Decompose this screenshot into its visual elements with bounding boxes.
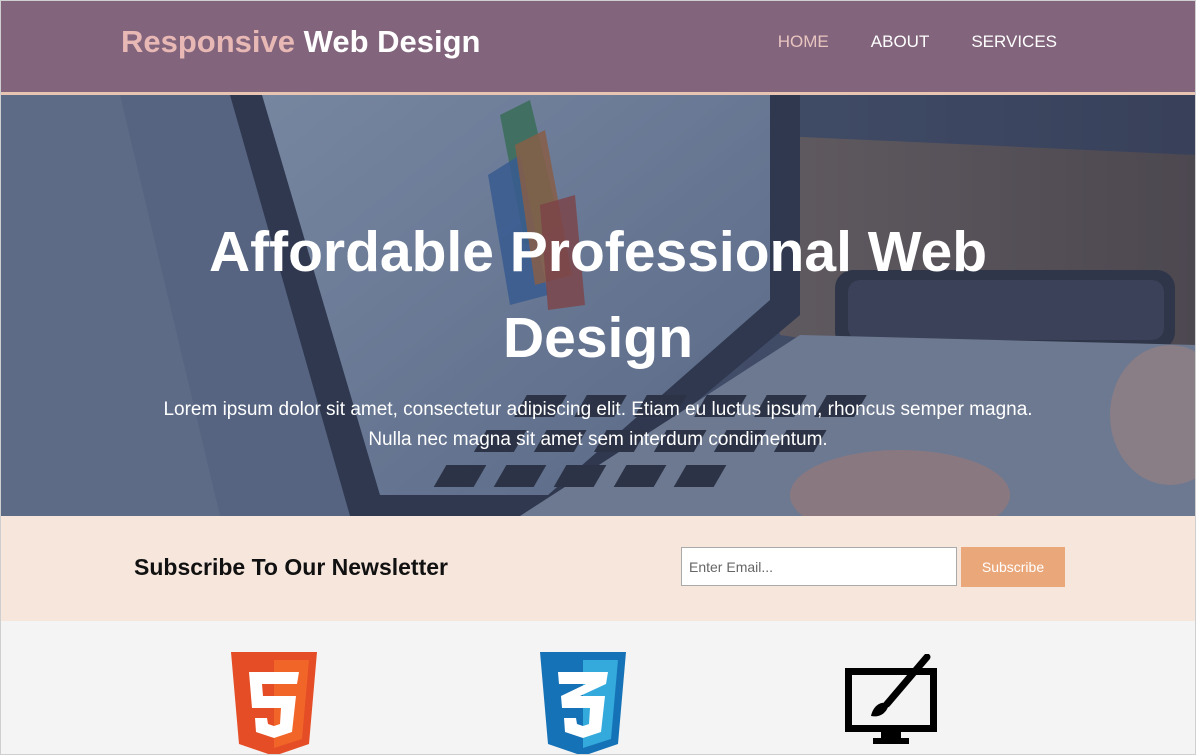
- site-header: Responsive Web Design HOME ABOUT SERVICE…: [0, 0, 1196, 95]
- showcase-text: Lorem ipsum dolor sit amet, consectetur …: [163, 399, 1033, 450]
- main-nav: HOME ABOUT SERVICES: [736, 32, 1057, 52]
- site-logo[interactable]: Responsive Web Design: [121, 24, 480, 60]
- nav-item-services[interactable]: SERVICES: [971, 32, 1057, 52]
- showcase-title-line2: Design: [502, 306, 694, 370]
- newsletter-section: Subscribe To Our Newsletter Subscribe: [0, 516, 1196, 621]
- showcase-title: Affordable Professional Web Design: [150, 209, 1046, 381]
- nav-item-about[interactable]: ABOUT: [871, 32, 930, 52]
- css3-icon: [540, 652, 626, 755]
- showcase-title-line1: Affordable Professional Web: [208, 220, 988, 284]
- nav-item-home[interactable]: HOME: [778, 32, 829, 52]
- newsletter-heading: Subscribe To Our Newsletter: [134, 554, 448, 580]
- brand-highlight: Responsive: [121, 24, 296, 59]
- email-input[interactable]: [681, 547, 957, 586]
- showcase-section: Affordable Professional Web Design Lorem…: [0, 95, 1196, 516]
- features-section: [0, 621, 1196, 755]
- brand-rest: Web Design: [303, 24, 481, 59]
- subscribe-button[interactable]: Subscribe: [961, 547, 1065, 587]
- brush-monitor-icon: [845, 654, 937, 744]
- html5-icon: [231, 652, 317, 755]
